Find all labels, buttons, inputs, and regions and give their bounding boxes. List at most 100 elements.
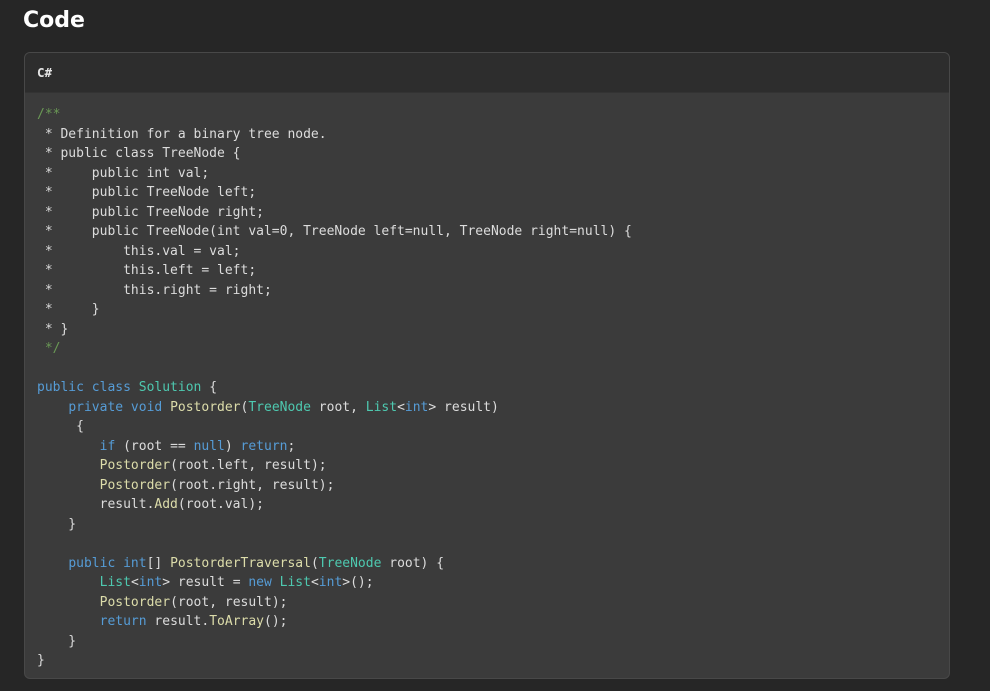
code-token-plain: [] — [146, 555, 171, 571]
code-token-plain: < — [130, 575, 139, 590]
code-token-plain: * Definition for a binary tree node. — [37, 126, 327, 142]
code-token-plain: >(); — [342, 575, 374, 590]
code-token-plain: (root, result); — [170, 594, 288, 610]
code-token-plain: root, — [310, 399, 366, 415]
code-token-plain: * public int val; — [37, 165, 210, 181]
code-token-keyword: new — [248, 575, 280, 590]
code-line: * public class TreeNode { — [37, 144, 949, 164]
code-content[interactable]: /** * Definition for a binary tree node.… — [25, 93, 949, 671]
code-line: /** — [37, 105, 949, 125]
code-token-plain: > result) — [428, 399, 499, 415]
code-token-plain: (); — [264, 614, 288, 629]
code-line: * Definition for a binary tree node. — [37, 125, 949, 145]
code-token-type: TreeNode — [248, 399, 311, 415]
code-token-plain: * public TreeNode(int val=0, TreeNode le… — [37, 224, 632, 239]
code-token-func: Add — [154, 497, 178, 512]
code-line: List<int> result = new List<int>(); — [37, 573, 949, 593]
code-token-plain: * public class TreeNode { — [37, 146, 241, 161]
code-token-keyword: int — [404, 399, 429, 415]
code-line: private void Postorder(TreeNode root, Li… — [37, 398, 949, 418]
code-token-plain: root) { — [381, 555, 445, 571]
code-token-keyword: int — [138, 575, 163, 590]
code-line: * this.val = val; — [37, 242, 949, 262]
code-line: if (root == null) return; — [37, 437, 949, 457]
code-token-plain: { — [201, 380, 218, 395]
code-token-keyword: return — [240, 438, 288, 454]
code-token-func: Postorder — [99, 458, 171, 473]
code-token-keyword: private void — [68, 399, 171, 415]
code-token-type: Solution — [138, 380, 202, 395]
code-block-header: C# — [25, 53, 949, 93]
section-heading: Code — [23, 8, 85, 33]
code-token-func: PostorderTraversal — [170, 555, 311, 571]
code-token-comment: /** — [37, 107, 61, 122]
code-token-func: Postorder — [99, 594, 171, 610]
code-token-plain: { — [37, 419, 84, 434]
code-token-type: List — [365, 399, 398, 415]
code-line: * } — [37, 320, 949, 340]
code-token-comment: */ — [37, 341, 61, 356]
code-token-plain: * this.left = left; — [37, 263, 257, 278]
code-line: * public TreeNode(int val=0, TreeNode le… — [37, 222, 949, 242]
language-label: C# — [37, 65, 53, 80]
code-line: */ — [37, 339, 949, 359]
code-line: } — [37, 632, 949, 652]
code-token-keyword: int — [318, 575, 343, 590]
code-token-plain: < — [397, 399, 405, 415]
code-token-plain: (root.left, result); — [170, 458, 327, 473]
code-line: Postorder(root, result); — [37, 593, 949, 613]
code-line: ​ — [37, 534, 949, 554]
code-token-func: Postorder — [99, 477, 171, 493]
code-line: Postorder(root.left, result); — [37, 456, 949, 476]
code-line: return result.ToArray(); — [37, 612, 949, 632]
code-token-plain: * this.val = val; — [37, 243, 241, 259]
code-block: C# /** * Definition for a binary tree no… — [24, 52, 950, 679]
code-line: public int[] PostorderTraversal(TreeNode… — [37, 554, 949, 574]
code-token-keyword: if — [99, 438, 116, 454]
code-line: * public int val; — [37, 164, 949, 184]
code-token-plain: * } — [37, 321, 69, 337]
code-token-keyword: public int — [68, 555, 147, 571]
code-token-plain: < — [310, 575, 319, 590]
code-line: public class Solution { — [37, 378, 949, 398]
code-token-keyword: null — [193, 438, 225, 454]
code-line: { — [37, 417, 949, 437]
code-token-type: List — [99, 575, 131, 590]
code-token-func: ToArray — [209, 614, 265, 629]
code-token-plain: > result = — [162, 575, 249, 590]
code-token-plain: result. — [37, 497, 155, 512]
code-line: * } — [37, 300, 949, 320]
code-token-plain: * public TreeNode right; — [37, 204, 264, 220]
code-line: result.Add(root.val); — [37, 495, 949, 515]
code-line: Postorder(root.right, result); — [37, 476, 949, 496]
code-token-plain: } — [37, 653, 45, 668]
code-token-keyword: return — [99, 614, 147, 629]
code-token-keyword: public class — [37, 380, 139, 395]
code-token-plain: (root.val); — [177, 497, 264, 512]
code-token-plain: (root == — [115, 438, 194, 454]
code-line: * this.left = left; — [37, 261, 949, 281]
code-token-type: TreeNode — [318, 555, 382, 571]
code-line: * public TreeNode right; — [37, 203, 949, 223]
code-line: * public TreeNode left; — [37, 183, 949, 203]
code-token-plain: ( — [310, 555, 319, 571]
code-token-plain: ) — [224, 438, 241, 454]
code-line: * this.right = right; — [37, 281, 949, 301]
code-token-plain: * public TreeNode left; — [37, 185, 257, 200]
code-token-plain: result. — [146, 614, 210, 629]
code-token-plain: } — [37, 516, 77, 532]
code-line: ​ — [37, 359, 949, 379]
code-line: } — [37, 651, 949, 671]
code-token-type: List — [279, 575, 311, 590]
code-token-plain: (root.right, result); — [170, 477, 335, 493]
code-token-plain: ; — [287, 438, 296, 454]
code-token-plain: * } — [37, 302, 100, 317]
code-token-plain: * this.right = right; — [37, 282, 272, 298]
